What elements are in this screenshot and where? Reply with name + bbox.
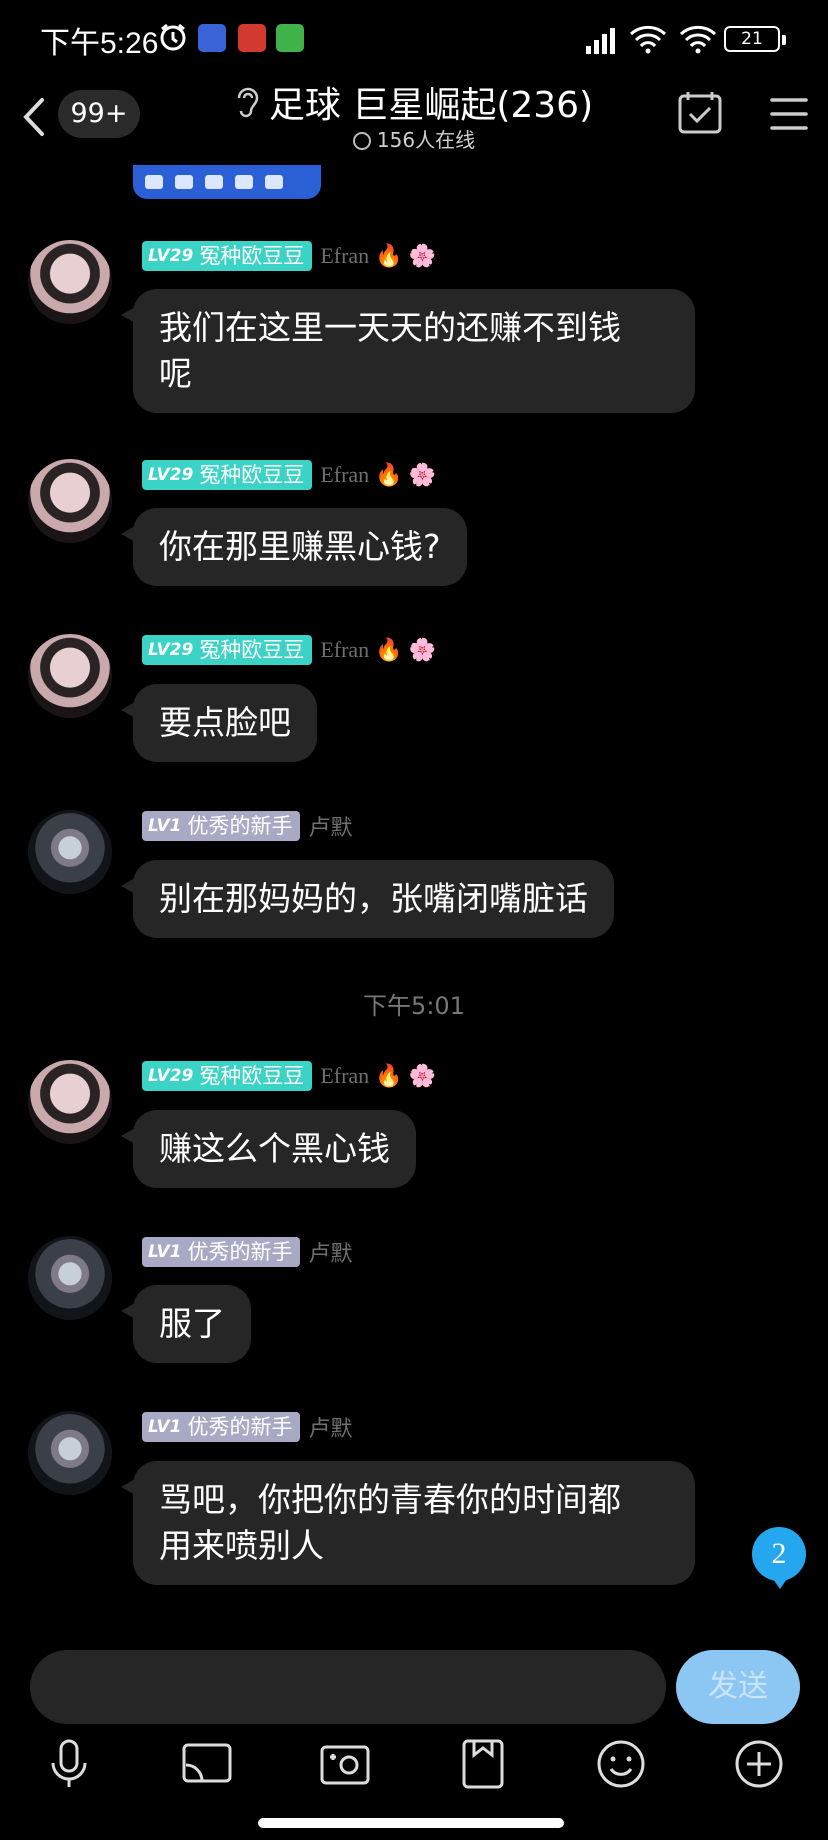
avatar[interactable]: [28, 240, 112, 324]
banner-icon: [145, 175, 163, 189]
signal-icon: [580, 26, 620, 58]
sender-tagline: LV29 冤种欧豆豆 Efran 🔥 🌸: [142, 634, 436, 666]
message-bubble[interactable]: 我们在这里一天天的还赚不到钱 呢: [121, 289, 695, 413]
wifi-icon: [678, 24, 718, 58]
message-bubble[interactable]: 你在那里赚黑心钱?: [121, 508, 467, 586]
cast-icon[interactable]: [178, 1735, 236, 1793]
flower-icon: 🌸: [408, 462, 436, 488]
fire-icon: 🔥: [375, 243, 403, 269]
flower-icon: 🌸: [408, 243, 436, 269]
level-tag: LV29 冤种欧豆豆: [142, 635, 313, 665]
avatar[interactable]: [28, 1411, 112, 1495]
plus-icon[interactable]: [730, 1735, 788, 1793]
sender-nick[interactable]: Efran: [320, 243, 369, 269]
app-notification-icon: [198, 24, 226, 52]
sender-nick[interactable]: 卢默: [308, 1236, 352, 1268]
message-line: 骂吧，你把你的青春你的时间都: [159, 1480, 621, 1519]
sender-tagline: LV29 冤种欧豆豆 Efran 🔥 🌸: [142, 1060, 436, 1092]
sender-tagline: LV29 冤种欧豆豆 Efran 🔥 🌸: [142, 240, 436, 272]
flower-icon: 🌸: [408, 1063, 436, 1089]
avatar[interactable]: [28, 1060, 112, 1144]
flower-icon: 🌸: [408, 637, 436, 663]
message-bubble[interactable]: 骂吧，你把你的青春你的时间都 用来喷别人: [121, 1461, 695, 1585]
battery-indicator: 21: [724, 26, 786, 52]
ear-icon: [235, 86, 259, 129]
message-line: 要点脸吧: [159, 703, 291, 742]
microphone-icon[interactable]: [40, 1735, 98, 1793]
banner-icon: [175, 175, 193, 189]
sender-nick[interactable]: 卢默: [308, 810, 352, 842]
sender-tagline: LV1 优秀的新手 卢默: [142, 810, 353, 842]
android-notification-icon: [276, 24, 304, 52]
file-icon[interactable]: [454, 1735, 512, 1793]
sender-nick[interactable]: Efran: [320, 637, 369, 663]
level-tag: LV29 冤种欧豆豆: [142, 1061, 313, 1091]
message-line: 别在那妈妈的，张嘴闭嘴脏话: [159, 879, 588, 918]
banner-icon: [265, 175, 283, 189]
message-bubble[interactable]: 别在那妈妈的，张嘴闭嘴脏话: [121, 860, 614, 938]
sender-tagline: LV1 优秀的新手 卢默: [142, 1236, 353, 1268]
message-line: 我们在这里一天天的还赚不到钱: [159, 308, 621, 347]
message-input[interactable]: [30, 1650, 666, 1724]
banner-icon: [235, 175, 253, 189]
level-tag: LV1 优秀的新手: [142, 811, 301, 841]
avatar[interactable]: [28, 810, 112, 894]
online-icon: [352, 132, 371, 150]
avatar[interactable]: [28, 1236, 112, 1320]
input-toolbar: [0, 1735, 828, 1795]
fire-icon: 🔥: [375, 1063, 403, 1089]
sender-nick[interactable]: Efran: [320, 462, 369, 488]
sender-nick[interactable]: 卢默: [308, 1411, 352, 1443]
message-line: 赚这么个黑心钱: [159, 1129, 390, 1168]
banner-icon: [205, 175, 223, 189]
level-tag: LV1 优秀的新手: [142, 1237, 301, 1267]
status-bar: 下午5:26 21: [0, 0, 828, 80]
menu-button[interactable]: [760, 86, 818, 142]
alarm-icon: [158, 22, 188, 56]
level-tag: LV1 优秀的新手: [142, 1412, 301, 1442]
message-bubble[interactable]: 要点脸吧: [121, 684, 317, 762]
message-line: 用来喷别人: [159, 1526, 324, 1565]
camera-icon[interactable]: [316, 1735, 374, 1793]
fire-icon: 🔥: [375, 462, 403, 488]
sender-tagline: LV29 冤种欧豆豆 Efran 🔥 🌸: [142, 459, 436, 491]
home-indicator[interactable]: [258, 1818, 564, 1828]
level-tag: LV29 冤种欧豆豆: [142, 241, 313, 271]
wifi-icon: [628, 24, 668, 58]
message-line: 服了: [159, 1304, 225, 1343]
group-title: 足球 巨星崛起(236): [268, 85, 594, 126]
message-bubble[interactable]: 赚这么个黑心钱: [121, 1110, 416, 1188]
avatar[interactable]: [28, 459, 112, 543]
fire-icon: 🔥: [375, 637, 403, 663]
message-line: 呢: [159, 354, 192, 393]
emoji-icon[interactable]: [592, 1735, 650, 1793]
new-message-badge[interactable]: 2: [752, 1527, 806, 1589]
status-time: 下午5:26: [40, 27, 159, 60]
online-count: 156人在线: [376, 128, 476, 152]
sender-nick[interactable]: Efran: [320, 1063, 369, 1089]
level-tag: LV29 冤种欧豆豆: [142, 460, 313, 490]
sender-tagline: LV1 优秀的新手 卢默: [142, 1411, 353, 1443]
message-timestamp: 下午5:01: [363, 992, 465, 1020]
message-bubble[interactable]: 服了: [121, 1285, 251, 1363]
group-app-banner[interactable]: [133, 165, 321, 199]
avatar[interactable]: [28, 634, 112, 718]
message-line: 你在那里赚黑心钱?: [159, 527, 441, 566]
mi-notification-icon: [238, 24, 266, 52]
checkin-calendar-button[interactable]: [672, 86, 730, 142]
send-button[interactable]: 发送: [676, 1650, 800, 1724]
